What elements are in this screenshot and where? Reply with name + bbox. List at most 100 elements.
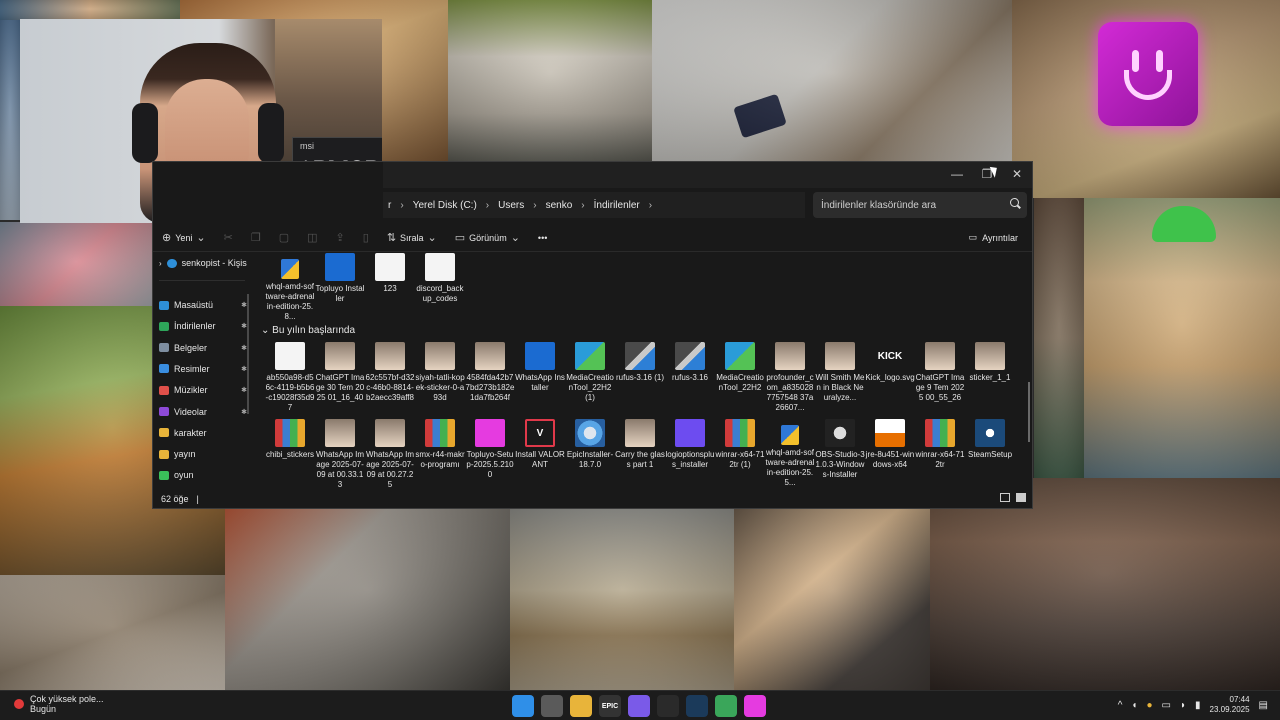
file-item[interactable]: Will Smith Men in Black Neuralyze... <box>815 342 865 403</box>
kick-icon: KICK <box>877 350 903 362</box>
sidebar-item-account[interactable]: › senkopist - Kişis <box>159 254 249 272</box>
file-item[interactable]: WhatsApp Image 2025-07-09 at 00.33.13 <box>315 419 365 490</box>
tray-chevron-icon[interactable]: ^ <box>1118 700 1123 711</box>
file-item[interactable]: chibi_stickers <box>265 419 315 460</box>
sidebar-item[interactable]: İndirilenler ✱ <box>159 317 249 335</box>
file-item[interactable]: whql-amd-software-adrenalin-edition-25.8… <box>265 253 315 322</box>
new-button[interactable]: ⊕ Yeni ⌄ <box>153 224 215 251</box>
file-item[interactable]: Topluyo Installer <box>315 253 365 304</box>
large-icons-view-icon[interactable] <box>1016 493 1026 502</box>
file-item[interactable]: ChatGPT Image 9 Tem 2025 00_55_26 <box>915 342 965 403</box>
rename-icon[interactable]: ◫ <box>298 231 326 244</box>
breadcrumb[interactable]: r › Yerel Disk (C:) › Users › senko › İndirilenl… <box>383 192 805 218</box>
details-button[interactable]: ▭ Ayrıntılar <box>969 224 1018 251</box>
content-scrollbar[interactable] <box>1028 382 1030 442</box>
file-item[interactable]: rufus-3.16 (1) <box>615 342 665 383</box>
view-button[interactable]: ▭ Görünüm ⌄ <box>446 224 529 251</box>
notification-icon[interactable]: ▤ <box>1259 700 1268 711</box>
file-item[interactable]: winrar-x64-712tr <box>915 419 965 470</box>
sidebar-item[interactable]: Resimler ✱ <box>159 360 249 378</box>
breadcrumb-item[interactable]: Yerel Disk (C:) <box>408 200 482 211</box>
copy-icon[interactable]: ❐ <box>242 231 270 244</box>
file-item[interactable]: OBS-Studio-31.0.3-Windows-Installer <box>815 419 865 480</box>
epic-games-icon[interactable]: EPIC <box>599 695 621 717</box>
file-item[interactable]: 62c557bf-d32c-46b0-8814-b2aecc39aff8 <box>365 342 415 403</box>
sidebar-item-label: oyun <box>174 470 194 481</box>
clock[interactable]: 07:44 23.09.2025 <box>1210 695 1250 715</box>
wallpaper-frog-image <box>1012 0 1280 198</box>
file-item[interactable]: profounder_com_a8350287757548 37a26607..… <box>765 342 815 413</box>
breadcrumb-item[interactable]: Users <box>493 200 529 211</box>
file-item[interactable]: MediaCreationTool_22H2 <box>715 342 765 393</box>
paste-icon[interactable]: ▢ <box>270 231 298 244</box>
breadcrumb-chevron-icon[interactable]: › <box>529 200 540 211</box>
sidebar-item[interactable]: Müzikler ✱ <box>159 381 249 399</box>
chrome-icon[interactable] <box>715 695 737 717</box>
search-input[interactable]: İndirilenler klasöründe ara <box>813 192 1027 218</box>
task-view-icon[interactable] <box>541 695 563 717</box>
sidebar-item[interactable]: yayın <box>159 445 249 463</box>
file-item[interactable]: WhatsApp Installer <box>515 342 565 393</box>
title-bar[interactable]: — ❐ ✕ <box>383 162 1032 188</box>
breadcrumb-chevron-icon[interactable]: › <box>645 200 656 211</box>
breadcrumb-chevron-icon[interactable]: › <box>577 200 588 211</box>
share-icon[interactable]: ⇪ <box>327 231 354 244</box>
volume-icon[interactable]: ◗ <box>1180 700 1186 711</box>
more-options-button[interactable]: ••• <box>529 224 556 251</box>
microphone-icon[interactable]: ● <box>1146 700 1152 711</box>
news-title: Çok yüksek pole... <box>30 694 104 704</box>
file-item[interactable]: rufus-3.16 <box>665 342 715 383</box>
file-item[interactable]: SteamSetup <box>965 419 1015 460</box>
breadcrumb-chevron-icon[interactable]: › <box>396 200 407 211</box>
file-item[interactable]: EpicInstaller-18.7.0 <box>565 419 615 470</box>
speaker-icon[interactable]: ◖ <box>1131 700 1137 711</box>
file-name: jre-8u451-windows-x64 <box>865 450 915 469</box>
file-item[interactable]: MediaCreationTool_22H2 (1) <box>565 342 615 403</box>
sidebar-item[interactable]: Belgeler ✱ <box>159 339 249 357</box>
breadcrumb-chevron-icon[interactable]: › <box>482 200 493 211</box>
cut-icon[interactable]: ✂ <box>215 231 242 244</box>
file-item[interactable]: siyah-tatli-kopek-sticker-0-a93d <box>415 342 465 403</box>
file-item[interactable]: winrar-x64-712tr (1) <box>715 419 765 470</box>
sidebar-item[interactable]: Masaüstü ✱ <box>159 296 249 314</box>
details-view-icon[interactable] <box>1000 493 1010 502</box>
file-item[interactable]: whql-amd-software-adrenalin-edition-25.5… <box>765 419 815 488</box>
minimize-button[interactable]: — <box>942 164 972 184</box>
battery-icon[interactable]: ▮ <box>1195 700 1201 711</box>
steam-icon[interactable] <box>686 695 708 717</box>
obs-icon[interactable] <box>657 695 679 717</box>
sidebar-item[interactable]: oyun <box>159 466 249 484</box>
copilot-icon[interactable] <box>628 695 650 717</box>
topluyo-icon[interactable] <box>744 695 766 717</box>
file-explorer-icon[interactable] <box>570 695 592 717</box>
sidebar-scrollbar[interactable] <box>247 294 249 414</box>
sort-button[interactable]: ⇅ Sırala ⌄ <box>378 224 446 251</box>
file-item[interactable]: KICK Kick_logo.svg <box>865 342 915 383</box>
file-item[interactable]: smx-r44-makro-programı <box>415 419 465 470</box>
file-item[interactable]: Topluyo-Setup-2025.5.2100 <box>465 419 515 480</box>
file-item[interactable]: jre-8u451-windows-x64 <box>865 419 915 470</box>
news-widget[interactable]: Çok yüksek pole... Bugün <box>14 694 104 714</box>
network-icon[interactable]: ▭ <box>1161 700 1170 711</box>
windows-start-icon[interactable] <box>512 695 534 717</box>
folder-icon <box>159 364 169 374</box>
close-button[interactable]: ✕ <box>1002 164 1032 184</box>
group-header[interactable]: ⌄ Bu yılın başlarında <box>261 325 355 336</box>
sidebar-item[interactable]: Videolar ✱ <box>159 403 249 421</box>
file-item[interactable]: 4584fda42b77bd273b182e1da7fb264f <box>465 342 515 403</box>
file-item[interactable]: WhatsApp Image 2025-07-09 at 00.27.25 <box>365 419 415 490</box>
file-item[interactable]: sticker_1_1 <box>965 342 1015 383</box>
file-item[interactable]: logioptionsplus_installer <box>665 419 715 470</box>
file-item[interactable]: ChatGPT Image 30 Tem 2025 01_16_40 <box>315 342 365 403</box>
breadcrumb-item[interactable]: senko <box>541 200 578 211</box>
file-item[interactable]: ab550a98-d56c-4119-b5b6-c19028f35d97 <box>265 342 315 413</box>
image-icon <box>825 342 855 370</box>
file-item[interactable]: Carry the glass part 1 <box>615 419 665 470</box>
file-item[interactable]: V Install VALORANT <box>515 419 565 470</box>
sidebar-item[interactable]: karakter <box>159 424 249 442</box>
breadcrumb-item[interactable]: r <box>383 200 396 211</box>
file-item[interactable]: discord_backup_codes <box>415 253 465 304</box>
file-item[interactable]: 123 <box>365 253 415 294</box>
breadcrumb-item[interactable]: İndirilenler <box>589 200 645 211</box>
delete-icon[interactable]: ▯ <box>354 231 378 244</box>
